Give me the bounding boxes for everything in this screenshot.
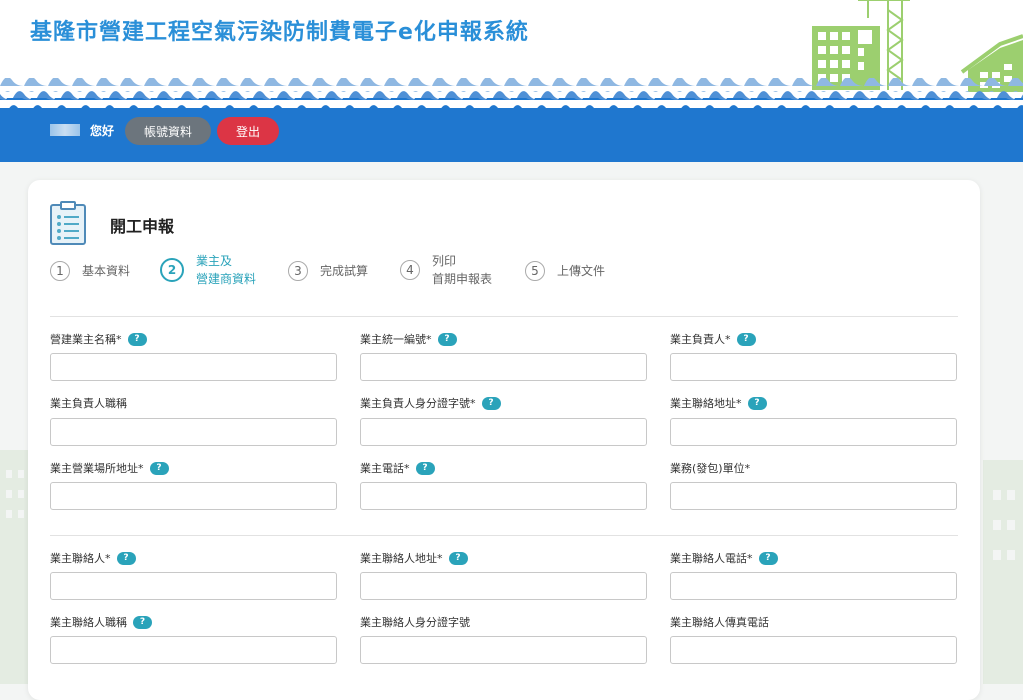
contact-title-input[interactable] xyxy=(50,636,337,664)
contact-phone-input[interactable] xyxy=(670,572,957,600)
field-label: 業主負責人職稱 xyxy=(50,397,127,410)
contact-id-input[interactable] xyxy=(360,636,647,664)
field-label: 業主聯絡人電話*? xyxy=(670,550,778,566)
field-label: 業主電話*? xyxy=(360,460,435,476)
field-label: 業務(發包)單位* xyxy=(670,462,751,475)
form-card: 開工申報 1 基本資料 2 業主及 營建商資料 3 完成試算 4 列印 首期申報… xyxy=(28,180,980,700)
help-icon[interactable]: ? xyxy=(747,396,767,410)
field-label: 業主聯絡人身分證字號 xyxy=(360,616,470,629)
step-label: 基本資料 xyxy=(82,264,131,278)
section-divider xyxy=(50,316,958,317)
field-label: 業主聯絡人職稱? xyxy=(50,614,152,630)
step-upload-documents[interactable]: 5 上傳文件 xyxy=(525,261,605,281)
step-calculation[interactable]: 3 完成試算 xyxy=(288,261,368,281)
step-number: 1 xyxy=(50,261,70,281)
field-label: 業主聯絡人傳真電話 xyxy=(670,616,769,629)
field-label: 業主聯絡人*? xyxy=(50,550,136,566)
help-icon[interactable]: ? xyxy=(758,551,778,565)
help-icon[interactable]: ? xyxy=(415,461,435,475)
owner-phone-input[interactable] xyxy=(360,482,647,510)
field-label: 業主統一編號*? xyxy=(360,331,457,347)
step-number: 2 xyxy=(160,258,184,282)
field-label: 業主負責人*? xyxy=(670,331,756,347)
field-label: 業主營業場所地址*? xyxy=(50,460,169,476)
field-label: 業主負責人身分證字號*? xyxy=(360,395,501,411)
step-label: 完成試算 xyxy=(320,264,369,278)
help-icon[interactable]: ? xyxy=(116,551,136,565)
background-building-right xyxy=(983,460,1023,684)
help-icon[interactable]: ? xyxy=(437,332,457,346)
step-owner-contractor-info[interactable]: 2 業主及 營建商資料 xyxy=(160,252,256,288)
account-button[interactable]: 帳號資料 xyxy=(125,117,211,145)
step-label: 業主及 營建商資料 xyxy=(196,254,257,286)
header-banner: 基隆市營建工程空氣污染防制費電子e化申報系統 xyxy=(0,0,1023,110)
help-icon[interactable]: ? xyxy=(149,461,169,475)
help-icon[interactable]: ? xyxy=(133,615,152,629)
step-number: 3 xyxy=(288,261,308,281)
owner-representative-input[interactable] xyxy=(670,353,957,381)
owner-name-input[interactable] xyxy=(50,353,337,381)
background-building-left xyxy=(0,450,30,684)
wave-decoration xyxy=(0,78,1023,110)
step-label: 上傳文件 xyxy=(557,264,606,278)
step-number: 4 xyxy=(400,260,420,280)
clipboard-icon xyxy=(50,201,86,245)
field-label: 業主聯絡地址*? xyxy=(670,395,767,411)
step-number: 5 xyxy=(525,261,545,281)
section-divider xyxy=(50,535,958,536)
logout-button[interactable]: 登出 xyxy=(217,117,279,145)
step-label: 列印 首期申報表 xyxy=(432,254,493,286)
contact-address-input[interactable] xyxy=(360,572,647,600)
site-title: 基隆市營建工程空氣污染防制費電子e化申報系統 xyxy=(30,20,529,45)
help-icon[interactable]: ? xyxy=(481,396,501,410)
contracting-unit-input[interactable] xyxy=(670,482,957,510)
contact-person-input[interactable] xyxy=(50,572,337,600)
business-address-input[interactable] xyxy=(50,482,337,510)
step-print-form[interactable]: 4 列印 首期申報表 xyxy=(400,252,492,288)
help-icon[interactable]: ? xyxy=(448,551,468,565)
step-basic-info[interactable]: 1 基本資料 xyxy=(50,261,130,281)
field-label: 業主聯絡人地址*? xyxy=(360,550,468,566)
greeting-text: 您好 xyxy=(90,124,115,138)
field-label: 營建業主名稱*? xyxy=(50,331,147,347)
username xyxy=(50,124,80,136)
owner-contact-address-input[interactable] xyxy=(670,418,957,446)
owner-tax-id-input[interactable] xyxy=(360,353,647,381)
contact-fax-input[interactable] xyxy=(670,636,957,664)
representative-id-input[interactable] xyxy=(360,418,647,446)
help-icon[interactable]: ? xyxy=(127,332,147,346)
page-title: 開工申報 xyxy=(110,217,175,236)
representative-title-input[interactable] xyxy=(50,418,337,446)
help-icon[interactable]: ? xyxy=(736,332,756,346)
